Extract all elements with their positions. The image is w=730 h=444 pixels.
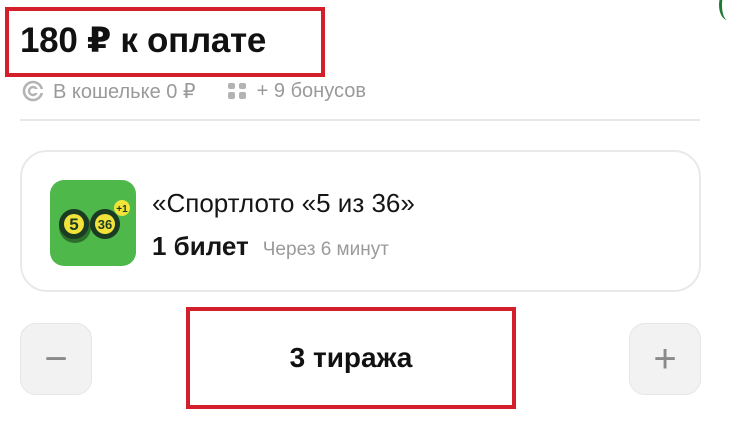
divider: [20, 119, 700, 121]
plus-icon: +: [653, 337, 677, 381]
wallet-balance-text: В кошельке 0 ₽: [53, 80, 196, 103]
decrease-draws-button[interactable]: −: [20, 323, 92, 395]
increase-draws-button[interactable]: +: [629, 323, 701, 395]
game-title: «Спортлото «5 из 36»: [152, 188, 415, 218]
logo-ball-36-number: 36: [98, 217, 112, 232]
wallet-icon: [22, 80, 44, 102]
sportloto-logo-graphic: 5 36 +1: [59, 200, 130, 243]
minus-icon: −: [44, 337, 68, 381]
logo-ball-5-number: 5: [69, 215, 78, 234]
wallet-balance: В кошельке 0 ₽: [22, 79, 196, 104]
background-edge-decoration: [719, 0, 730, 20]
bonus-text: + 9 бонусов: [256, 79, 366, 102]
sportloto-logo-icon: 5 36 +1: [50, 180, 136, 266]
payment-meta: В кошельке 0 ₽ + 9 бонусов: [22, 79, 366, 103]
ticket-details: 1 билет Через 6 минут: [152, 231, 389, 262]
ticket-count: 1 билет: [152, 231, 249, 261]
bonus-icon: [227, 80, 246, 102]
logo-badge-text: +1: [116, 204, 128, 215]
draw-time: Через 6 минут: [262, 239, 389, 260]
payment-total: 180 ₽ к оплате: [20, 21, 267, 60]
bonus-info: + 9 бонусов: [226, 80, 366, 103]
highlight-draws: [186, 307, 516, 409]
ticket-card[interactable]: 5 36 +1 «Спортлото «5 из 36» 1 билет Чер…: [20, 150, 701, 292]
